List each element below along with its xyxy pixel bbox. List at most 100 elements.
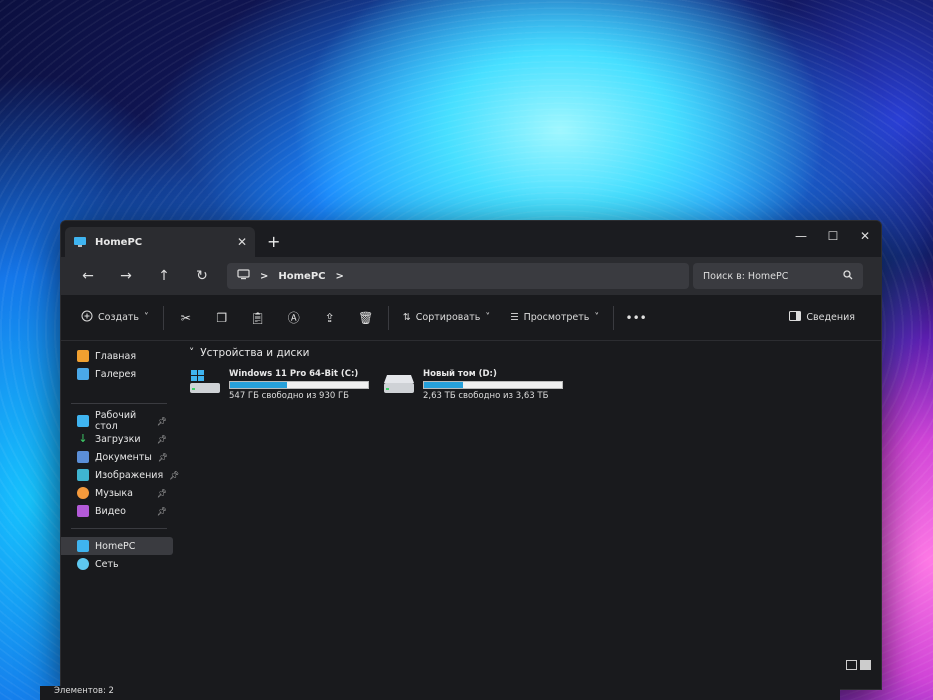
toolbar-divider [613, 305, 615, 330]
plus-circle-icon [81, 310, 93, 325]
back-button[interactable]: ← [69, 268, 107, 284]
computer-icon [77, 540, 89, 552]
pictures-icon [77, 469, 89, 481]
sort-icon: ⇅ [402, 312, 411, 323]
drive-usage-bar [423, 381, 563, 389]
drive-list: Windows 11 Pro 64-Bit (C:) 547 ГБ свобод… [189, 369, 869, 401]
pin-icon[interactable]: 📌︎ [158, 453, 168, 462]
sort-label: Сортировать [415, 312, 481, 323]
system-drive-icon [189, 369, 221, 395]
chevron-down-icon: ˅ [189, 347, 195, 359]
sidebar-item-music[interactable]: Музыка 📌︎ [61, 484, 177, 502]
sidebar-item-label: Главная [95, 350, 137, 362]
pin-icon[interactable]: 📌︎ [157, 435, 167, 444]
window-controls: — ☐ ✕ [785, 229, 881, 243]
drive-name: Windows 11 Pro 64-Bit (C:) [229, 369, 359, 379]
search-input[interactable]: Поиск в: HomePC [693, 263, 863, 289]
sidebar-item-pictures[interactable]: Изображения 📌︎ [61, 466, 179, 484]
documents-icon [77, 451, 89, 463]
paste-icon[interactable]: 📋︎ [240, 311, 276, 325]
maximize-button[interactable]: ☐ [817, 229, 849, 243]
network-icon [77, 558, 89, 570]
sidebar-item-label: Документы [95, 451, 152, 463]
search-icon [843, 269, 853, 283]
view-button[interactable]: ☰ Просмотреть ˅ [500, 312, 609, 323]
create-label: Создать [98, 312, 140, 323]
toolbar-divider [162, 305, 164, 330]
chevron-down-icon: ˅ [144, 312, 149, 323]
copy-icon[interactable]: ❐ [204, 311, 240, 325]
pin-icon[interactable]: 📌︎ [157, 417, 167, 426]
status-bar: Элементов: 2 [40, 686, 840, 700]
group-header[interactable]: ˅ Устройства и диски [189, 347, 869, 359]
address-bar[interactable]: > HomePC > [227, 263, 689, 289]
toolbar-divider [387, 305, 389, 330]
tab-homepc[interactable]: HomePC ✕ [65, 227, 255, 257]
sidebar-item-label: Видео [95, 505, 126, 517]
tab-title: HomePC [95, 236, 143, 248]
sidebar-item-label: Музыка [95, 487, 133, 499]
chevron-down-icon: ˅ [594, 312, 600, 323]
command-bar: Создать ˅ ✂ ❐ 📋︎ Ⓐ ⇪ 🗑︎ ⇅ Сортировать ˅ … [61, 295, 881, 341]
sidebar-item-network[interactable]: Сеть [61, 555, 177, 573]
sidebar-item-label: Сеть [95, 558, 119, 570]
new-tab-button[interactable]: + [267, 232, 280, 251]
refresh-button[interactable]: ↻ [183, 268, 221, 284]
item-count: Элементов: 2 [54, 686, 114, 696]
sidebar-item-desktop[interactable]: Рабочий стол 📌︎ [61, 410, 177, 432]
close-tab-icon[interactable]: ✕ [237, 235, 247, 249]
explorer-content: Главная Галерея Рабочий стол 📌︎ ↓ Загруз… [61, 341, 881, 689]
pin-icon[interactable]: 📌︎ [157, 507, 167, 516]
sidebar-item-home[interactable]: Главная [61, 347, 177, 365]
create-button[interactable]: Создать ˅ [71, 310, 159, 325]
drive-free-space: 2,63 ТБ свободно из 3,63 ТБ [423, 391, 549, 401]
home-icon [77, 350, 89, 362]
sidebar-item-downloads[interactable]: ↓ Загрузки 📌︎ [61, 430, 177, 448]
drive-item-c[interactable]: Windows 11 Pro 64-Bit (C:) 547 ГБ свобод… [189, 369, 369, 401]
details-label: Сведения [806, 312, 855, 323]
title-bar: HomePC ✕ + — ☐ ✕ [61, 221, 881, 257]
pin-icon[interactable]: 📌︎ [157, 489, 167, 498]
download-icon: ↓ [78, 432, 88, 445]
sort-button[interactable]: ⇅ Сортировать ˅ [393, 312, 500, 323]
share-icon[interactable]: ⇪ [312, 311, 348, 325]
sidebar-item-label: HomePC [95, 540, 136, 552]
more-options-button[interactable]: ••• [618, 311, 654, 325]
drive-name: Новый том (D:) [423, 369, 497, 379]
delete-icon[interactable]: 🗑︎ [348, 311, 384, 325]
view-toggle [846, 660, 871, 670]
close-window-button[interactable]: ✕ [849, 229, 881, 243]
file-view: ˅ Устройства и диски Windows 11 Pro 64-B… [177, 341, 881, 689]
details-view-icon[interactable] [846, 660, 857, 670]
sidebar-item-homepc[interactable]: HomePC [61, 537, 173, 555]
drive-icon [383, 369, 415, 395]
rename-icon[interactable]: Ⓐ [276, 309, 312, 326]
search-placeholder: Поиск в: HomePC [703, 270, 789, 282]
tiles-view-icon[interactable] [860, 660, 871, 670]
up-button[interactable]: ↑ [145, 268, 183, 284]
sidebar-item-documents[interactable]: Документы 📌︎ [61, 448, 177, 466]
sidebar-item-label: Загрузки [95, 433, 141, 445]
breadcrumb-chevron[interactable]: > [336, 271, 344, 282]
drive-usage-fill [424, 382, 463, 388]
sidebar-divider [71, 403, 167, 404]
view-label: Просмотреть [523, 312, 590, 323]
chevron-down-icon: ˅ [485, 312, 491, 323]
minimize-button[interactable]: — [785, 229, 817, 243]
cut-icon[interactable]: ✂ [168, 311, 204, 325]
sidebar-divider [71, 528, 167, 529]
details-pane-icon [789, 311, 802, 324]
monitor-icon [237, 269, 250, 283]
breadcrumb-separator: > [260, 270, 269, 282]
drive-item-d[interactable]: Новый том (D:) 2,63 ТБ свободно из 3,63 … [383, 369, 563, 401]
sidebar-item-gallery[interactable]: Галерея [61, 365, 177, 383]
drive-free-space: 547 ГБ свободно из 930 ГБ [229, 391, 349, 401]
sidebar-item-video[interactable]: Видео 📌︎ [61, 502, 177, 520]
breadcrumb-homepc[interactable]: HomePC [278, 271, 325, 282]
forward-button[interactable]: → [107, 268, 145, 284]
drive-usage-bar [229, 381, 369, 389]
music-icon [77, 487, 89, 499]
sidebar-item-label: Изображения [95, 469, 164, 481]
details-pane-button[interactable]: Сведения [779, 311, 865, 324]
sidebar-item-label: Рабочий стол [95, 410, 137, 432]
